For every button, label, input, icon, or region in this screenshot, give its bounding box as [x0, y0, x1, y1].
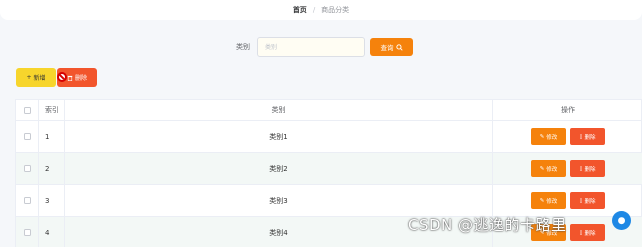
row-index: 2: [39, 153, 65, 184]
trash-icon: [67, 75, 73, 81]
breadcrumb-separator: /: [312, 6, 316, 14]
row-checkbox[interactable]: [23, 165, 31, 172]
search-form: 类别 查询: [0, 37, 642, 57]
row-index: 1: [39, 121, 65, 152]
delete-button[interactable]: ▯ 删除: [570, 192, 605, 209]
row-category: 类别2: [65, 153, 493, 184]
breadcrumb: 首页 / 商品分类: [0, 0, 642, 20]
header-index: 索引: [39, 100, 65, 120]
trash-icon: ▯: [579, 165, 583, 172]
forbidden-cursor-icon: [57, 72, 67, 82]
row-category: 类别1: [65, 121, 493, 152]
select-all-checkbox[interactable]: [23, 106, 31, 114]
csdn-watermark: CSDN @逃逸的卡路里: [408, 216, 567, 234]
edit-icon: ✎: [539, 165, 545, 172]
delete-button[interactable]: ▯ 删除: [570, 128, 605, 145]
search-button-label: 查询: [380, 44, 394, 52]
breadcrumb-home[interactable]: 首页: [293, 5, 307, 15]
delete-button[interactable]: ▯ 删除: [570, 160, 605, 177]
floating-helper-icon[interactable]: ●: [612, 211, 631, 230]
edit-icon: ✎: [539, 197, 545, 204]
row-index: 3: [39, 185, 65, 216]
table-header: 索引 类别 操作: [16, 100, 642, 121]
row-checkbox[interactable]: [23, 197, 31, 204]
plus-icon: +: [26, 74, 32, 81]
trash-icon: ▯: [579, 229, 583, 236]
table-row: 3 类别3 ✎ 修改 ▯ 删除: [16, 185, 642, 217]
delete-button-label: 删除: [584, 198, 596, 205]
search-icon: [395, 43, 403, 51]
edit-button[interactable]: ✎ 修改: [531, 192, 566, 209]
add-button[interactable]: + 新增: [16, 68, 56, 87]
add-button-label: 新增: [33, 75, 46, 82]
category-search-input[interactable]: [257, 37, 365, 57]
header-category: 类别: [65, 100, 493, 120]
edit-button-label: 修改: [546, 198, 558, 205]
edit-button-label: 修改: [546, 134, 558, 141]
edit-button-label: 修改: [546, 166, 558, 173]
row-index: 4: [39, 217, 65, 247]
edit-icon: ✎: [539, 133, 545, 140]
table-row: 2 类别2 ✎ 修改 ▯ 删除: [16, 153, 642, 185]
header-ops: 操作: [561, 106, 575, 114]
row-category: 类别3: [65, 185, 493, 216]
delete-button-label: 删除: [584, 230, 596, 237]
edit-button[interactable]: ✎ 修改: [531, 160, 566, 177]
edit-button[interactable]: ✎ 修改: [531, 128, 566, 145]
row-checkbox[interactable]: [23, 133, 31, 140]
trash-icon: ▯: [579, 133, 583, 140]
trash-icon: ▯: [579, 197, 583, 204]
delete-button-label: 删除: [584, 134, 596, 141]
search-button[interactable]: 查询: [370, 38, 413, 56]
batch-delete-label: 删除: [74, 75, 87, 82]
search-label: 类别: [236, 43, 250, 51]
table-row: 1 类别1 ✎ 修改 ▯ 删除: [16, 121, 642, 153]
delete-button[interactable]: ▯ 删除: [570, 224, 605, 241]
delete-button-label: 删除: [584, 166, 596, 173]
breadcrumb-current: 商品分类: [321, 6, 350, 14]
row-checkbox[interactable]: [23, 229, 31, 236]
